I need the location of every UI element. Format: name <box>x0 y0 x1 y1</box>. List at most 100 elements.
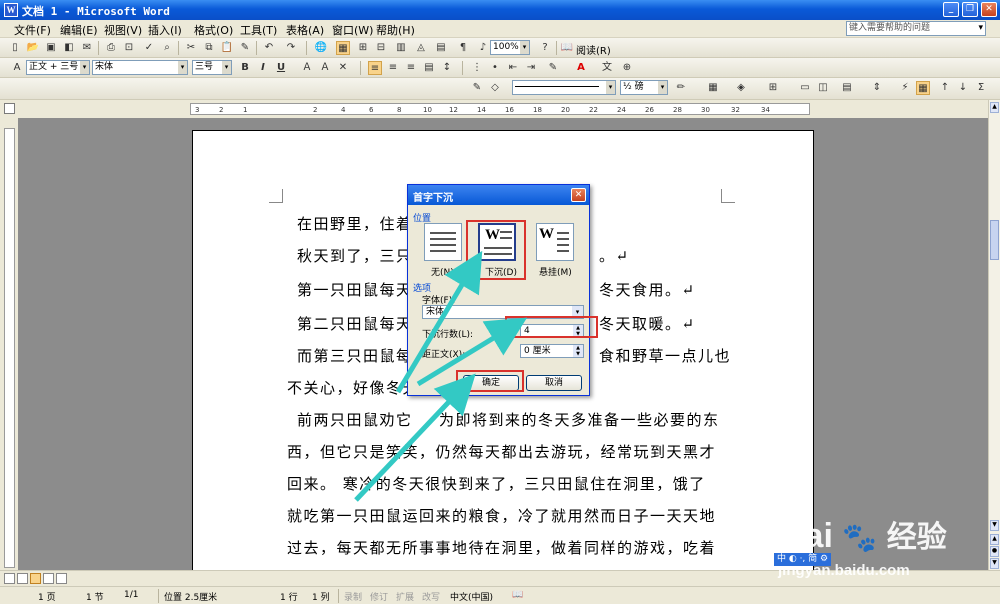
chevron-down-icon[interactable]: ▾ <box>80 61 89 74</box>
menu-format[interactable]: 格式(O) <box>194 22 233 38</box>
doc-line[interactable]: 第二只田鼠每天 <box>297 313 413 334</box>
hyperlink-icon[interactable]: 🌐 <box>314 41 328 55</box>
numbering-icon[interactable]: ⋮ <box>470 61 484 75</box>
menu-help[interactable]: 帮助(H) <box>376 22 415 38</box>
decrease-indent-icon[interactable]: ⇤ <box>506 61 520 75</box>
doc-line[interactable]: 第一只田鼠每天 <box>297 279 413 300</box>
chevron-down-icon[interactable]: ▾ <box>520 41 529 54</box>
tables-borders-icon[interactable]: ▦ <box>336 41 350 55</box>
doc-line-fragment[interactable]: 冬天食用。↵ <box>599 279 696 300</box>
zoom-combo[interactable]: 100% ▾ <box>490 40 530 55</box>
show-hide-icon[interactable]: ¶ <box>456 41 470 55</box>
insert-table-icon[interactable]: ⊞ <box>766 81 780 95</box>
split-cells-icon[interactable]: ◫ <box>816 81 830 95</box>
undo-icon[interactable]: ↶ <box>262 41 276 55</box>
research-icon[interactable]: ⌕ <box>160 41 174 55</box>
align-center-icon[interactable]: ≡ <box>386 61 400 75</box>
spelling-status-icon[interactable]: 📖 <box>512 590 523 600</box>
insert-table-icon[interactable]: ⊞ <box>356 41 370 55</box>
outline-view-icon[interactable] <box>43 573 54 584</box>
bullets-icon[interactable]: • <box>488 61 502 75</box>
new-document-icon[interactable]: ▯ <box>8 41 22 55</box>
ok-button[interactable]: 确定 <box>463 375 519 391</box>
distribute-rows-icon[interactable]: ⇕ <box>870 81 884 95</box>
eraser-icon[interactable]: ◇ <box>488 81 502 95</box>
align-right-icon[interactable]: ≡ <box>404 61 418 75</box>
copy-icon[interactable]: ⧉ <box>202 41 216 55</box>
border-color-icon[interactable]: ✏ <box>674 81 688 95</box>
email-icon[interactable]: ✉ <box>80 41 94 55</box>
save-icon[interactable]: ▣ <box>44 41 58 55</box>
align-justify-icon[interactable]: ≡ <box>368 61 382 75</box>
highlight-icon[interactable]: ✎ <box>546 61 560 75</box>
doc-line[interactable]: 前两只田鼠劝它 <box>297 409 413 430</box>
underline-button[interactable]: U <box>274 61 288 75</box>
char-scale-icon[interactable]: ✕ <box>336 61 350 75</box>
print-layout-icon[interactable] <box>30 573 41 584</box>
print-icon[interactable]: ⎙ <box>104 41 118 55</box>
enclose-char-icon[interactable]: ⊕ <box>620 61 634 75</box>
scroll-down-icon[interactable]: ▼ <box>990 520 999 531</box>
shading-icon[interactable]: ◈ <box>734 81 748 95</box>
styles-icon[interactable]: A <box>10 61 24 75</box>
print-preview-icon[interactable]: ⊡ <box>122 41 136 55</box>
distributed-icon[interactable]: ▤ <box>422 61 436 75</box>
web-view-icon[interactable] <box>17 573 28 584</box>
horizontal-ruler[interactable]: 3 2 1 2 4 6 8 10 12 14 16 18 20 22 24 26… <box>0 100 1000 118</box>
font-select[interactable]: 宋体 ▾ <box>422 305 584 319</box>
font-combo[interactable]: 宋体 ▾ <box>92 60 188 75</box>
font-color-icon[interactable]: A <box>574 61 588 75</box>
drop-cap-dropped-option[interactable]: W <box>478 223 516 261</box>
doc-line[interactable]: 过去，每天都无所事事地待在洞里，做着同样的游戏，吃着 <box>287 537 716 558</box>
cancel-button[interactable]: 取消 <box>526 375 582 391</box>
vertical-scrollbar[interactable]: ▲ ▼ ▲ ● ▼ <box>988 100 1000 570</box>
doc-line[interactable]: 就吃第一只田鼠运回来的粮食，冷了就用然而日子一天天地 <box>287 505 716 526</box>
paste-icon[interactable]: 📋 <box>220 41 234 55</box>
ruler-strip[interactable]: 3 2 1 2 4 6 8 10 12 14 16 18 20 22 24 26… <box>190 103 810 115</box>
close-icon[interactable]: ✕ <box>571 188 586 202</box>
char-border-icon[interactable]: Ａ <box>300 61 314 75</box>
option-none-label[interactable]: 无(N) <box>431 265 454 278</box>
doc-line[interactable]: 西，但它只是笑笑，仍然每天都出去游玩，经常玩到天黑才 <box>287 441 716 462</box>
word-app-icon[interactable]: W <box>4 3 18 17</box>
spelling-icon[interactable]: ✓ <box>142 41 156 55</box>
status-rec[interactable]: 录制 <box>344 590 362 603</box>
line-weight-combo[interactable]: ½ 磅 ▾ <box>620 80 668 95</box>
lines-to-drop-input[interactable]: 4 ▲ ▼ <box>520 324 584 338</box>
doc-line[interactable]: 不关心，好像冬天 <box>287 377 419 398</box>
chevron-down-icon[interactable]: ▾ <box>606 81 615 94</box>
doc-line-fragment[interactable]: 冬天取暖。↵ <box>599 313 696 334</box>
distance-input[interactable]: 0 厘米 ▲ ▼ <box>520 344 584 358</box>
permission-icon[interactable]: ◧ <box>62 41 76 55</box>
reading-view-icon[interactable] <box>56 573 67 584</box>
format-painter-icon[interactable]: ✎ <box>238 41 252 55</box>
status-trk[interactable]: 修订 <box>370 590 388 603</box>
redo-icon[interactable]: ↷ <box>284 41 298 55</box>
minimize-button[interactable]: _ <box>943 2 959 17</box>
chevron-down-icon[interactable]: ▾ <box>978 22 983 35</box>
chevron-down-icon[interactable]: ▾ <box>572 306 583 318</box>
menu-window[interactable]: 窗口(W) <box>332 22 373 38</box>
border-icon[interactable]: ▦ <box>706 81 720 95</box>
read-icon[interactable]: 📖 <box>560 41 574 55</box>
draw-table-icon[interactable]: ✎ <box>470 81 484 95</box>
italic-button[interactable]: I <box>256 61 270 75</box>
char-shading-icon[interactable]: Ａ <box>318 61 332 75</box>
style-combo[interactable]: 正文 + 三号 ▾ <box>26 60 90 75</box>
browse-object-icon[interactable]: ● <box>990 546 999 557</box>
menu-edit[interactable]: 编辑(E) <box>60 22 98 38</box>
tab-selector[interactable] <box>4 103 15 114</box>
document-map-icon[interactable]: ▤ <box>434 41 448 55</box>
option-margin-label[interactable]: 悬挂(M) <box>539 265 572 278</box>
doc-line-fragment[interactable]: 食和野草一点儿也 <box>599 345 731 366</box>
drop-cap-none-option[interactable] <box>424 223 462 261</box>
menu-insert[interactable]: 插入(I) <box>148 22 182 38</box>
columns-icon[interactable]: ▥ <box>394 41 408 55</box>
scroll-up-icon[interactable]: ▲ <box>990 102 999 113</box>
doc-line[interactable]: 秋天到了，三只 <box>297 245 413 266</box>
ink-icon[interactable]: ♪ <box>476 41 490 55</box>
prev-page-icon[interactable]: ▲ <box>990 534 999 545</box>
drop-cap-margin-option[interactable]: W <box>536 223 574 261</box>
doc-line[interactable]: 回来。 寒冷的冬天很快到来了，三只田鼠住在洞里，饿了 <box>287 473 706 494</box>
option-dropped-label[interactable]: 下沉(D) <box>485 265 517 278</box>
